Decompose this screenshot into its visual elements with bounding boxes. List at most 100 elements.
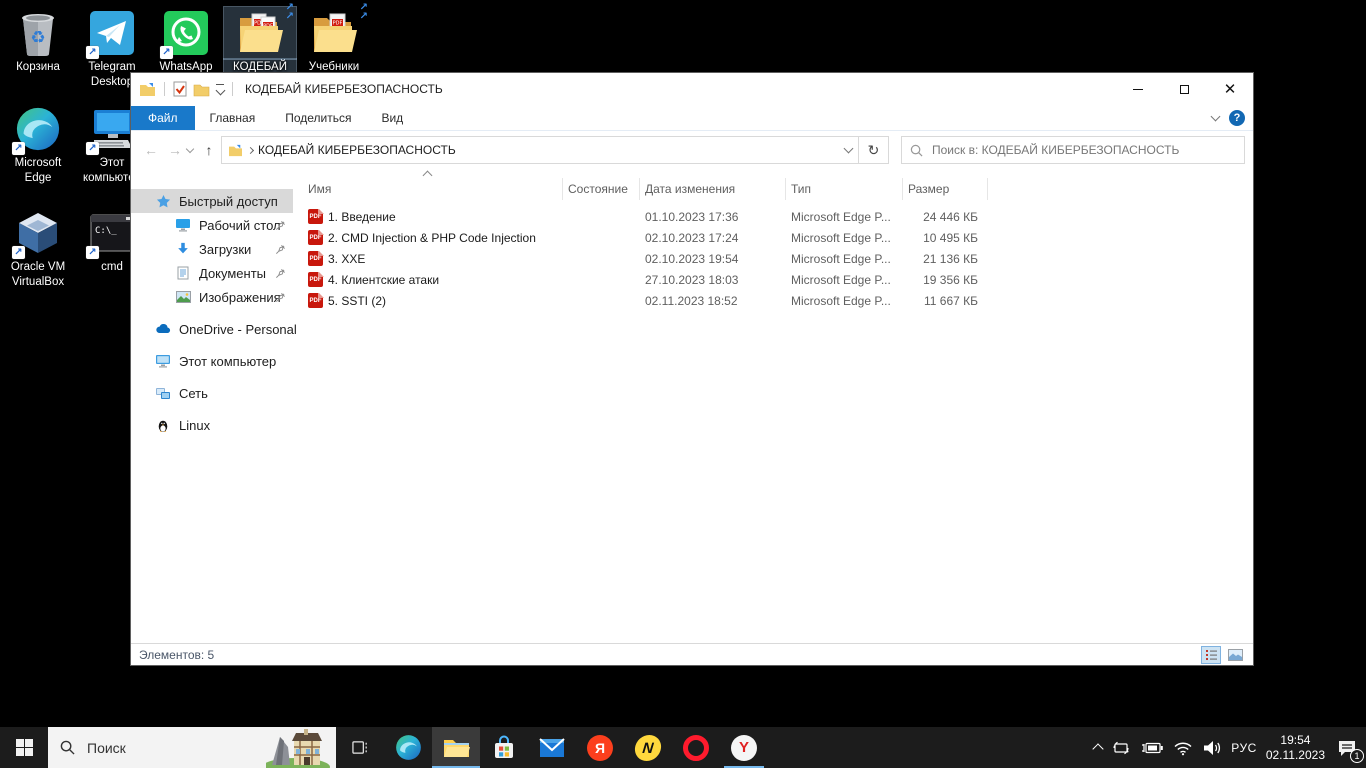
pin-icon xyxy=(275,243,286,258)
sidebar-item-onedrive[interactable]: OneDrive - Personal xyxy=(131,317,293,341)
maximize-icon xyxy=(1180,85,1189,94)
file-date: 01.10.2023 17:36 xyxy=(640,210,786,224)
file-size: 19 356 КБ xyxy=(903,273,988,287)
taskbar-clock[interactable]: 19:54 02.11.2023 xyxy=(1266,733,1325,763)
minimize-button[interactable] xyxy=(1115,73,1161,105)
shortcut-arrow-icon: ↗ xyxy=(86,246,99,259)
navigation-pane: Быстрый доступ Рабочий стол Загрузки Док… xyxy=(131,169,293,643)
taskbar-mail-button[interactable] xyxy=(528,727,576,768)
pin-icon xyxy=(275,291,286,306)
file-row[interactable]: PDF5. SSTI (2) 02.11.2023 18:52 Microsof… xyxy=(303,290,1253,311)
tray-display-icon[interactable] xyxy=(1111,739,1131,757)
thumbnail-view-icon xyxy=(1228,649,1243,661)
sidebar-item-network[interactable]: Сеть xyxy=(131,381,293,405)
column-header-type[interactable]: Тип xyxy=(786,178,903,200)
desktop-icon-virtualbox[interactable]: ↗ Oracle VM VirtualBox xyxy=(2,207,74,291)
notification-center-button[interactable]: 1 xyxy=(1334,735,1360,761)
ribbon-collapse-icon[interactable] xyxy=(1211,112,1221,122)
mail-icon xyxy=(539,737,565,759)
taskbar-store-button[interactable] xyxy=(480,727,528,768)
up-button[interactable]: ↑ xyxy=(197,142,221,158)
sidebar-item-pictures[interactable]: Изображения xyxy=(131,285,293,309)
telegram-icon: ↗ xyxy=(76,7,148,59)
sidebar-item-documents[interactable]: Документы xyxy=(131,261,293,285)
address-dropdown-icon[interactable] xyxy=(844,144,854,154)
windows-logo-icon xyxy=(16,739,33,756)
file-date: 02.10.2023 19:54 xyxy=(640,252,786,266)
tab-file[interactable]: Файл xyxy=(131,106,195,130)
tab-share[interactable]: Поделиться xyxy=(270,106,366,130)
desktop-icon-recycle-bin[interactable]: ♻ Корзина xyxy=(2,7,74,76)
breadcrumb[interactable]: КОДЕБАЙ КИБЕРБЕЗОПАСНОСТЬ xyxy=(258,143,456,157)
whatsapp-icon: ↗ xyxy=(150,7,222,59)
back-button[interactable]: ← xyxy=(139,142,163,158)
onedrive-cloud-icon xyxy=(155,323,171,335)
taskbar-yandex-browser-button[interactable]: Y xyxy=(720,727,768,768)
new-folder-button[interactable] xyxy=(193,82,210,97)
search-input[interactable] xyxy=(930,142,1236,158)
taskbar-search[interactable] xyxy=(48,727,336,768)
sidebar-item-linux[interactable]: Linux xyxy=(131,413,293,437)
search-box[interactable] xyxy=(901,136,1245,164)
shortcut-arrow-icon: ↗ xyxy=(12,246,25,259)
customize-qat-button[interactable] xyxy=(216,84,224,94)
recent-locations-icon[interactable] xyxy=(186,145,194,153)
sidebar-item-downloads[interactable]: Загрузки xyxy=(131,237,293,261)
wifi-icon[interactable] xyxy=(1173,740,1193,756)
column-header-date[interactable]: Дата изменения xyxy=(640,178,786,200)
taskbar-explorer-button[interactable] xyxy=(432,727,480,768)
file-row[interactable]: PDF2. CMD Injection & PHP Code Injection… xyxy=(303,227,1253,248)
pdf-folder-icon: PDFPDF ↗↗ xyxy=(224,7,296,59)
forward-button[interactable]: → xyxy=(163,142,187,158)
volume-icon[interactable] xyxy=(1202,740,1222,756)
task-view-button[interactable] xyxy=(336,727,384,768)
sidebar-item-desktop[interactable]: Рабочий стол xyxy=(131,213,293,237)
file-row[interactable]: PDF 3. XXE 02.10.2023 19:54 Microsoft Edg… xyxy=(303,248,1253,269)
desktop-icon-whatsapp[interactable]: ↗ WhatsApp xyxy=(150,7,222,76)
thumbnail-view-button[interactable] xyxy=(1225,646,1245,664)
search-highlight-image[interactable] xyxy=(266,727,336,768)
virtualbox-icon: ↗ xyxy=(2,207,74,259)
desktop-icon-edge[interactable]: ↗ Microsoft Edge xyxy=(2,103,74,187)
taskbar-yellow-app-button[interactable]: N xyxy=(624,727,672,768)
notification-badge: 1 xyxy=(1350,749,1364,763)
column-header-name[interactable]: Имя xyxy=(303,178,563,200)
pdf-file-icon: PDF xyxy=(308,251,323,266)
explorer-system-icon[interactable] xyxy=(139,82,156,97)
file-type: Microsoft Edge P... xyxy=(786,252,903,266)
desktop-icon xyxy=(175,218,191,232)
taskbar-edge-button[interactable] xyxy=(384,727,432,768)
opera-icon xyxy=(683,735,709,761)
sidebar-item-quick-access[interactable]: Быстрый доступ xyxy=(131,189,293,213)
sidebar-label: Рабочий стол xyxy=(199,218,281,233)
file-row[interactable]: PDF1. Введение 01.10.2023 17:36 Microsof… xyxy=(303,206,1253,227)
column-header-size[interactable]: Размер xyxy=(903,178,988,200)
taskbar-yandex-button[interactable]: Я xyxy=(576,727,624,768)
start-button[interactable] xyxy=(0,727,48,768)
close-button[interactable]: ✕ xyxy=(1207,73,1253,105)
address-bar[interactable]: КОДЕБАЙ КИБЕРБЕЗОПАСНОСТЬ xyxy=(221,136,859,164)
taskbar-opera-button[interactable] xyxy=(672,727,720,768)
hidden-icons-chevron[interactable] xyxy=(1093,743,1104,754)
help-button[interactable]: ? xyxy=(1229,110,1245,126)
maximize-button[interactable] xyxy=(1161,73,1207,105)
desktop-icon-uchebniki-folder[interactable]: PDF ↗↗ Учебники xyxy=(298,7,370,76)
details-view-icon xyxy=(1205,649,1218,661)
tab-home[interactable]: Главная xyxy=(195,106,271,130)
battery-charging-icon[interactable] xyxy=(1140,741,1164,755)
separator xyxy=(164,82,165,96)
tab-view[interactable]: Вид xyxy=(366,106,418,130)
desktop-icon-kodebai-folder[interactable]: PDFPDF ↗↗ КОДЕБАЙ xyxy=(224,7,296,76)
column-header-status[interactable]: Состояние xyxy=(563,178,640,200)
refresh-button[interactable]: ↻ xyxy=(859,136,889,164)
shortcut-arrow-icon: ↗ xyxy=(160,46,173,59)
file-row[interactable]: PDF4. Клиентские атаки 27.10.2023 18:03 … xyxy=(303,269,1253,290)
shortcut-arrow-icon: ↗ xyxy=(86,46,99,59)
sidebar-item-this-pc[interactable]: Этот компьютер xyxy=(131,349,293,373)
language-indicator[interactable]: РУС xyxy=(1231,741,1257,755)
details-view-button[interactable] xyxy=(1201,646,1221,664)
properties-button[interactable] xyxy=(173,81,187,97)
taskbar-search-input[interactable] xyxy=(85,739,235,757)
file-name: 3. XXE xyxy=(328,252,365,266)
pin-icon xyxy=(275,219,286,234)
